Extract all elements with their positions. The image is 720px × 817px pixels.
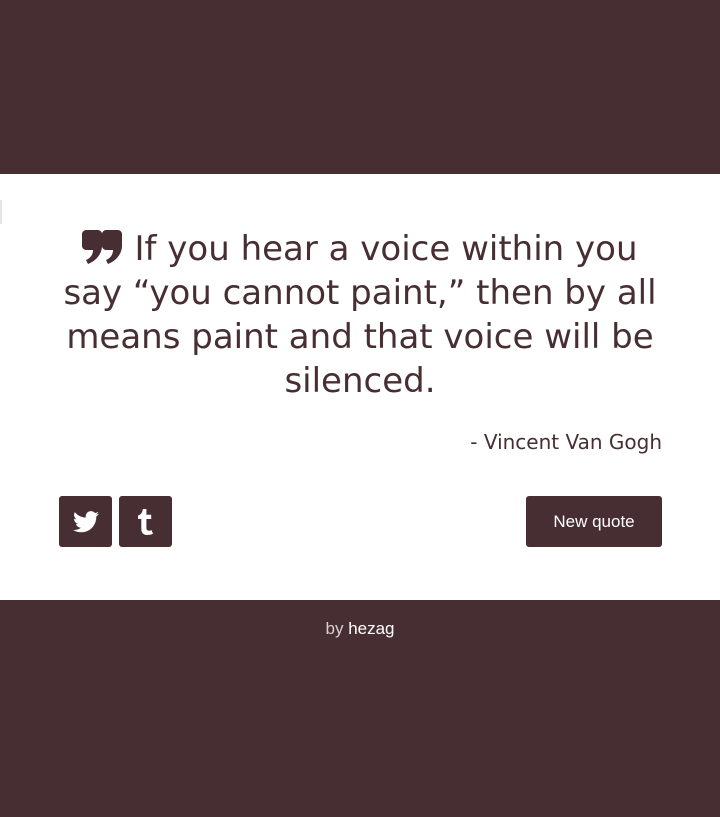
tumblr-icon — [137, 508, 154, 535]
tumblr-post-button[interactable] — [119, 496, 172, 547]
twitter-icon — [72, 510, 99, 533]
tweet-quote-button[interactable] — [59, 496, 112, 547]
quote-left-icon — [82, 230, 123, 264]
page: If you hear a voice within you say “you … — [0, 0, 720, 817]
footer-prefix: by — [325, 619, 344, 638]
quote-text-container: If you hear a voice within you say “you … — [58, 227, 662, 403]
quote-box-notch — [0, 200, 2, 224]
author-link[interactable]: hezag — [348, 619, 394, 638]
quote-text: If you hear a voice within you say “you … — [63, 229, 657, 401]
quote-author: - Vincent Van Gogh — [470, 430, 662, 454]
new-quote-button[interactable]: New quote — [526, 496, 662, 547]
footer: by hezag — [0, 616, 720, 642]
